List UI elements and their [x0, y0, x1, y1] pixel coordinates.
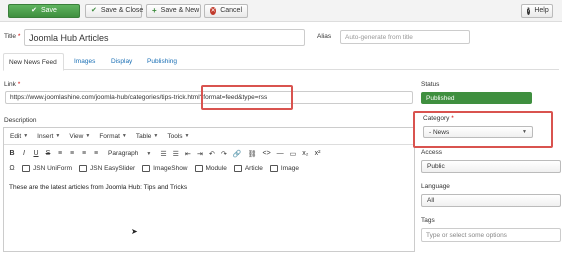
link-icon[interactable]: 🔗 — [233, 150, 242, 158]
help-label: Help — [534, 7, 549, 14]
code-icon[interactable]: <> — [262, 150, 270, 157]
tab-new-news-feed[interactable]: New News Feed — [3, 53, 64, 71]
close-icon: ✕ — [210, 7, 217, 15]
access-select[interactable]: Public — [421, 160, 561, 173]
article-button[interactable]: Article — [233, 165, 263, 172]
tab-bar: New News Feed Images Display Publishing — [3, 53, 559, 71]
chevron-down-icon: ▼ — [146, 150, 152, 157]
editor-toolbar-row1: B I U S ≡ ≡ ≡ ≡ Paragraph ▼ ☰ ☰ ⇤ ⇥ ↶ ↷ 🔗… — [4, 147, 414, 160]
align-left-icon[interactable]: ≡ — [57, 150, 63, 157]
editor-menubar: Edit ▼ Insert ▼ View ▼ Format ▼ Table ▼ Tools… — [4, 128, 414, 145]
chevron-down-icon: ▼ — [184, 133, 190, 139]
save-new-label: Save & New — [160, 7, 200, 14]
bullet-list-icon[interactable]: ☰ — [160, 150, 166, 158]
menu-view[interactable]: View ▼ — [69, 133, 90, 140]
strikethrough-button[interactable]: S — [45, 150, 51, 157]
menu-edit[interactable]: Edit ▼ — [10, 133, 28, 140]
unlink-icon[interactable]: ⛓ — [248, 150, 257, 158]
check-icon: ✔ — [91, 7, 97, 14]
toolbar: ✔ Save ✔ Save & Close + Save & New ✕ Can… — [0, 0, 562, 22]
tab-display[interactable]: Display — [106, 53, 137, 70]
slider-icon — [79, 165, 88, 172]
chevron-down-icon: ▼ — [153, 133, 159, 139]
image-icon — [142, 165, 151, 172]
chevron-down-icon: ▼ — [23, 133, 29, 139]
editor-content[interactable]: These are the latest articles from Jooml… — [9, 184, 187, 191]
language-value: All — [427, 197, 435, 204]
indent-icon[interactable]: ⇥ — [197, 150, 203, 158]
language-label: Language — [421, 183, 450, 190]
undo-icon[interactable]: ↶ — [209, 150, 215, 158]
category-highlight-box — [413, 111, 553, 148]
alias-label: Alias — [317, 33, 332, 40]
question-icon: ? — [527, 7, 531, 15]
bold-button[interactable]: B — [9, 150, 15, 157]
paragraph-select[interactable]: Paragraph ▼ — [105, 150, 154, 157]
status-label: Status — [421, 81, 440, 88]
module-button[interactable]: Module — [194, 165, 227, 172]
save-label: Save — [40, 7, 57, 14]
outdent-icon[interactable]: ⇤ — [185, 150, 191, 158]
image-icon — [269, 165, 278, 172]
title-input[interactable]: Joomla Hub Articles — [24, 29, 305, 46]
menu-tools[interactable]: Tools ▼ — [167, 133, 189, 140]
jsn-uniform-button[interactable]: JSN UniForm — [22, 165, 72, 172]
chevron-down-icon: ▼ — [55, 133, 61, 139]
save-close-label: Save & Close — [100, 7, 144, 14]
subscript-icon[interactable]: x₂ — [302, 150, 308, 157]
description-label: Description — [4, 117, 37, 124]
status-value: Published — [426, 94, 455, 102]
save-close-button[interactable]: ✔ Save & Close — [85, 4, 144, 18]
tags-label: Tags — [421, 217, 435, 224]
check-icon: ✔ — [31, 7, 37, 14]
file-icon — [233, 165, 242, 172]
access-value: Public — [427, 163, 445, 170]
tags-input[interactable]: Type or select some options — [421, 228, 561, 242]
mouse-cursor-icon: ➤ — [131, 227, 138, 236]
menu-insert[interactable]: Insert ▼ — [37, 133, 60, 140]
alias-input[interactable]: Auto-generate from title — [340, 30, 470, 44]
form-icon — [22, 165, 30, 172]
horizontal-rule-icon[interactable]: — — [277, 150, 284, 157]
align-center-icon[interactable]: ≡ — [69, 150, 75, 157]
image-button[interactable]: Image — [269, 165, 299, 172]
link-highlight-box — [201, 85, 293, 110]
jsn-easyslider-button[interactable]: JSN EasySlider — [79, 165, 135, 172]
status-select[interactable]: Published — [421, 92, 532, 104]
plus-icon: + — [152, 6, 157, 15]
menu-table[interactable]: Table ▼ — [136, 133, 159, 140]
tab-publishing[interactable]: Publishing — [142, 53, 182, 70]
special-character-icon[interactable]: Ω — [9, 165, 15, 172]
rich-text-editor: Edit ▼ Insert ▼ View ▼ Format ▼ Table ▼ Tools… — [3, 127, 415, 252]
file-icon — [194, 165, 203, 172]
tab-images[interactable]: Images — [69, 53, 100, 70]
blockquote-icon[interactable]: ▭ — [290, 150, 297, 158]
imageshow-button[interactable]: ImageShow — [142, 165, 188, 172]
link-label: Link * — [4, 81, 21, 88]
align-justify-icon[interactable]: ≡ — [93, 150, 99, 157]
title-label: Title * — [4, 33, 21, 40]
numbered-list-icon[interactable]: ☰ — [173, 150, 179, 158]
language-select[interactable]: All — [421, 194, 561, 207]
align-right-icon[interactable]: ≡ — [81, 150, 87, 157]
cancel-button[interactable]: ✕ Cancel — [204, 4, 248, 18]
save-button[interactable]: ✔ Save — [8, 4, 80, 18]
help-button[interactable]: ? Help — [521, 4, 553, 18]
cancel-label: Cancel — [220, 7, 242, 14]
chevron-down-icon: ▼ — [121, 133, 127, 139]
superscript-icon[interactable]: x² — [315, 150, 321, 157]
menu-format[interactable]: Format ▼ — [99, 133, 127, 140]
underline-button[interactable]: U — [33, 150, 39, 157]
redo-icon[interactable]: ↷ — [221, 150, 227, 158]
editor-toolbar-row2: Ω JSN UniForm JSN EasySlider ImageShow M… — [4, 162, 414, 175]
chevron-down-icon: ▼ — [85, 133, 91, 139]
access-label: Access — [421, 149, 442, 156]
save-new-button[interactable]: + Save & New — [146, 4, 201, 18]
italic-button[interactable]: I — [21, 150, 27, 157]
